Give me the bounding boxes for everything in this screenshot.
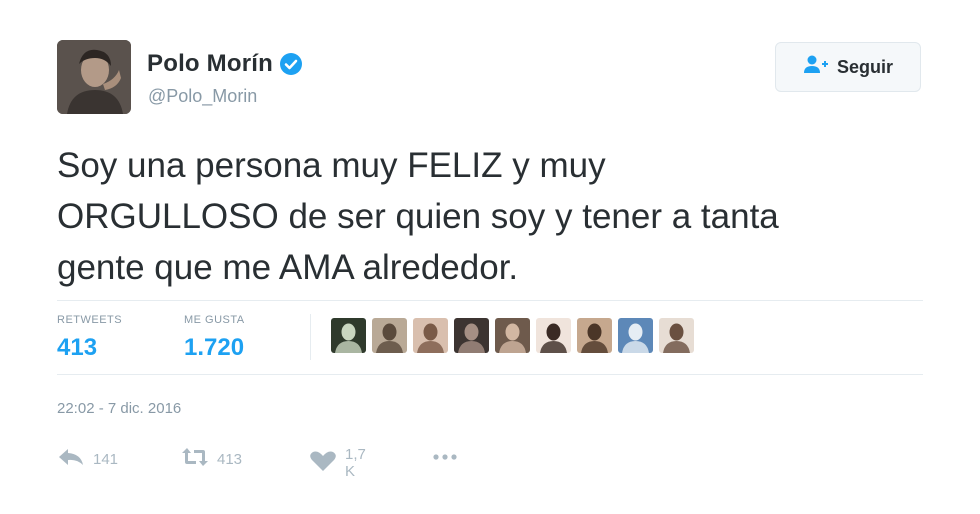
tweet-text: Soy una persona muy FELIZ y muy ORGULLOS… [57, 140, 917, 293]
follow-button-label: Seguir [836, 56, 893, 77]
tweet-card: Polo Morín @Polo_Morin Seguir Soy una pe… [0, 0, 980, 514]
display-name[interactable]: Polo Morín [147, 50, 273, 78]
name-row: Polo Morín [147, 50, 303, 78]
like-count: 1,7 K [345, 446, 366, 480]
liker-avatar-6[interactable] [536, 318, 571, 353]
liker-avatar-1[interactable] [331, 318, 366, 353]
retweet-button[interactable]: 413 [181, 446, 242, 473]
retweets-stat[interactable]: RETWEETS 413 [57, 314, 122, 362]
liker-avatar-2[interactable] [372, 318, 407, 353]
tweet-text-line-2: ORGULLOSO de ser quien soy y tener a tan… [57, 197, 779, 236]
likes-value: 1.720 [184, 334, 245, 361]
like-button[interactable]: 1,7 K [309, 446, 366, 480]
liker-avatar-8[interactable] [618, 318, 653, 353]
tweet-timestamp[interactable]: 22:02 - 7 dic. 2016 [57, 400, 181, 417]
more-dots-icon [431, 446, 459, 473]
follow-button[interactable]: Seguir [775, 42, 921, 92]
retweet-count: 413 [217, 451, 243, 468]
liker-avatar-7[interactable] [577, 318, 612, 353]
likes-label: ME GUSTA [184, 314, 245, 326]
verified-badge-icon [279, 52, 303, 76]
more-button[interactable] [431, 446, 459, 473]
likes-stat[interactable]: ME GUSTA 1.720 [184, 314, 245, 362]
retweets-value: 413 [57, 334, 98, 361]
heart-icon [309, 450, 337, 477]
stat-divider [310, 314, 311, 360]
liker-avatar-4[interactable] [454, 318, 489, 353]
divider-top [57, 300, 923, 301]
retweets-label: RETWEETS [57, 314, 123, 326]
avatar-portrait-icon [57, 40, 131, 114]
tweet-text-line-3: gente que me AMA alrededor. [57, 248, 519, 287]
likers-avatar-list [331, 318, 694, 353]
liker-avatar-9[interactable] [659, 318, 694, 353]
liker-avatar-3[interactable] [413, 318, 448, 353]
reply-count: 141 [93, 451, 119, 468]
tweet-text-line-1: Soy una persona muy FELIZ y muy [57, 146, 606, 185]
follow-user-icon [803, 54, 829, 81]
user-handle[interactable]: @Polo_Morin [148, 86, 257, 107]
user-avatar[interactable] [57, 40, 131, 114]
reply-icon [57, 446, 85, 473]
retweet-icon [181, 446, 209, 473]
reply-button[interactable]: 141 [57, 446, 118, 473]
liker-avatar-5[interactable] [495, 318, 530, 353]
divider-bottom [57, 374, 923, 375]
